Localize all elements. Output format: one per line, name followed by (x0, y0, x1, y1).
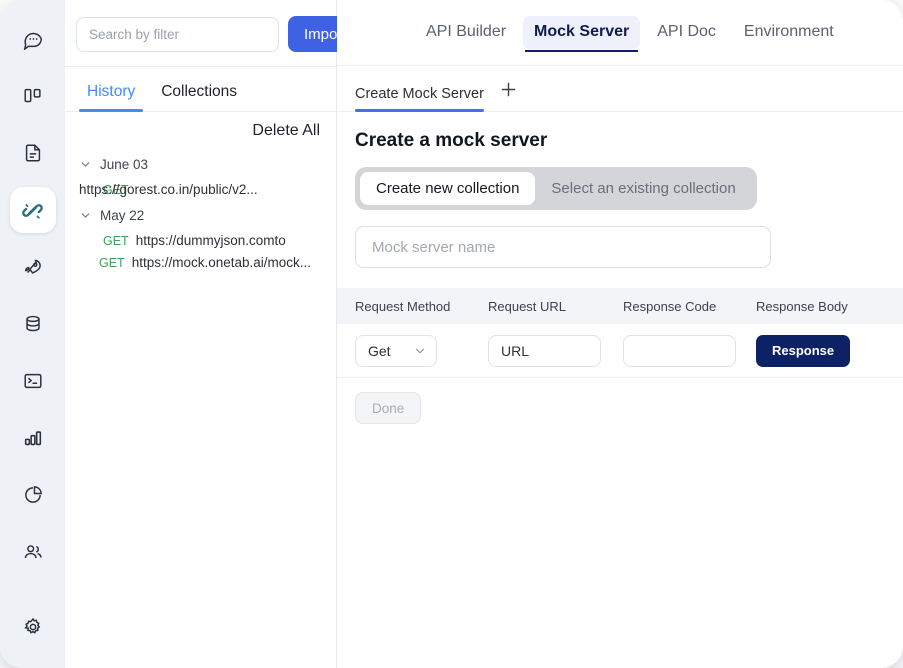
cell-response-body: Response (756, 334, 896, 367)
sub-tab-bar: Create Mock Server (337, 66, 903, 112)
rocket-icon (22, 256, 44, 278)
request-url-input[interactable] (488, 334, 601, 367)
bar-chart-icon (22, 427, 44, 449)
chevron-down-icon (79, 158, 92, 171)
plug-icon (21, 199, 44, 222)
top-tab-bar: API Builder Mock Server API Doc Environm… (337, 0, 903, 66)
sidebar-item-board[interactable] (10, 73, 56, 119)
icon-rail (0, 0, 65, 668)
create-mock-server-pane: Create a mock server Create new collecti… (337, 112, 903, 424)
add-tab-button[interactable] (498, 79, 519, 111)
history-group-header[interactable]: June 03 (65, 150, 336, 179)
sidebar-item-launch[interactable] (10, 244, 56, 290)
column-header-request-method: Request Method (355, 298, 451, 314)
tab-create-mock-server[interactable]: Create Mock Server (355, 86, 484, 112)
page-title: Create a mock server (355, 130, 548, 151)
list-item[interactable]: GET https://dummyjson.comtodos (65, 230, 336, 252)
segment-select-existing-collection[interactable]: Select an existing collection (535, 172, 751, 205)
request-url-text: https://dummyjson.comtodos (135, 232, 286, 248)
plus-icon (498, 79, 519, 105)
history-panel: Import History Collections Delete All Ju… (65, 0, 363, 668)
panel-tabs: History Collections (65, 67, 336, 112)
tab-api-builder[interactable]: API Builder (415, 16, 517, 49)
tab-api-doc[interactable]: API Doc (646, 16, 727, 49)
app-window: Import History Collections Delete All Ju… (0, 0, 903, 668)
request-method-value: Get (368, 342, 391, 359)
column-header-request-url: Request URL (488, 298, 567, 314)
done-row: Done (355, 378, 885, 424)
main-content: API Builder Mock Server API Doc Environm… (337, 0, 903, 668)
sidebar-item-chat[interactable] (10, 16, 56, 62)
chevron-down-icon (413, 344, 427, 358)
database-icon (22, 313, 44, 335)
gear-icon (22, 616, 44, 638)
history-list: June 03 GET https://gorest.co.in/public/… (65, 148, 336, 668)
sidebar-item-analytics[interactable] (10, 415, 56, 461)
tab-mock-server[interactable]: Mock Server (523, 16, 641, 52)
table-row: Get Response (337, 324, 903, 378)
chevron-down-icon (79, 209, 92, 222)
history-group-label: June 03 (100, 157, 149, 172)
history-group-header[interactable]: May 22 (65, 201, 336, 230)
sidebar-item-reports[interactable] (10, 472, 56, 518)
sidebar-item-terminal[interactable] (10, 358, 56, 404)
pie-chart-icon (22, 484, 44, 506)
column-header-response-body: Response Body (756, 298, 848, 314)
sidebar-item-settings[interactable] (10, 604, 56, 650)
delete-all-row: Delete All (65, 112, 336, 148)
chat-icon (22, 28, 44, 50)
request-url-text: https://gorest.co.in/public/v2... (79, 182, 258, 197)
panel-search-row: Import (65, 0, 363, 67)
list-item[interactable]: GET https://gorest.co.in/public/v2... (65, 179, 336, 201)
mock-endpoints-table: Request Method Request URL Response Code… (337, 288, 903, 424)
collection-mode-toggle: Create new collection Select an existing… (355, 167, 757, 210)
table-header-row: Request Method Request URL Response Code… (337, 288, 903, 324)
request-url-text: https://mock.onetab.ai/mock... (131, 254, 312, 270)
tab-environment[interactable]: Environment (733, 16, 845, 49)
mock-server-name-input[interactable] (355, 226, 771, 268)
column-header-response-code: Response Code (623, 298, 717, 314)
terminal-icon (22, 370, 44, 392)
sidebar-item-document[interactable] (10, 130, 56, 176)
request-method-select[interactable]: Get (355, 334, 437, 367)
response-body-button[interactable]: Response (756, 334, 851, 367)
cell-request-method: Get (355, 334, 488, 367)
cell-response-code (623, 334, 756, 367)
request-method-badge: GET (103, 233, 129, 248)
board-icon (22, 85, 44, 107)
users-icon (22, 541, 44, 563)
tab-history[interactable]: History (79, 79, 144, 112)
request-method-badge: GET (99, 255, 125, 270)
tab-collections[interactable]: Collections (153, 79, 245, 111)
cell-request-url (488, 334, 623, 367)
done-button[interactable]: Done (355, 392, 422, 424)
sidebar-item-team[interactable] (10, 529, 56, 575)
sidebar-item-database[interactable] (10, 301, 56, 347)
response-code-input[interactable] (623, 334, 736, 367)
delete-all-button[interactable]: Delete All (252, 122, 320, 140)
document-icon (22, 142, 44, 164)
segment-create-new-collection[interactable]: Create new collection (360, 172, 536, 205)
search-input[interactable] (76, 16, 279, 52)
history-group-label: May 22 (100, 207, 145, 223)
sidebar-item-api-connect[interactable] (9, 187, 56, 233)
list-item[interactable]: GET https://mock.onetab.ai/mock... (65, 252, 336, 274)
